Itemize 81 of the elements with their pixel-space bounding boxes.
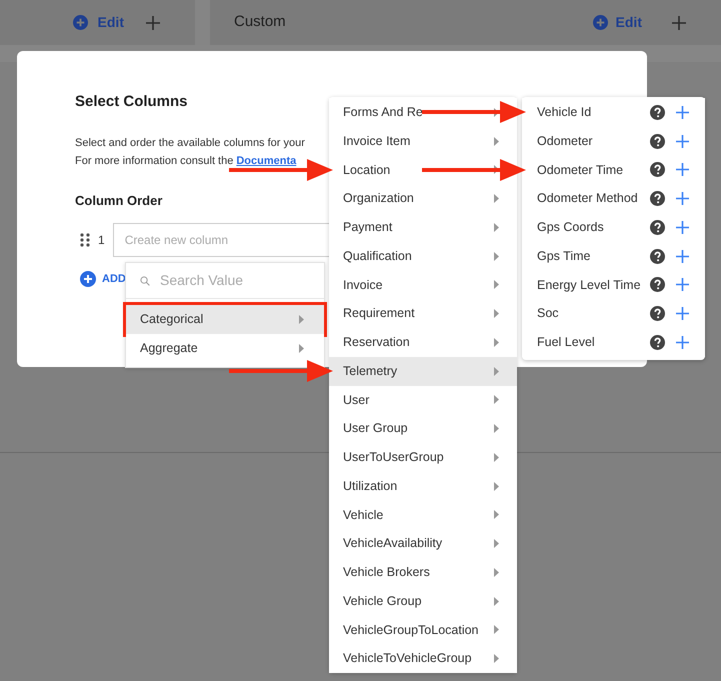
- menu-item[interactable]: Vehicle Id: [522, 98, 705, 127]
- add-icon[interactable]: [676, 134, 689, 148]
- menu-item[interactable]: Invoice Item: [329, 126, 517, 156]
- drag-handle-icon[interactable]: [80, 233, 90, 247]
- add-icon[interactable]: [676, 307, 689, 320]
- caret-icon: [494, 252, 499, 261]
- caret-icon: [494, 366, 499, 376]
- caret-icon: [494, 625, 499, 634]
- caret-icon: [494, 395, 499, 404]
- help-icon[interactable]: [650, 277, 665, 292]
- menu-item[interactable]: Aggregate: [126, 334, 324, 363]
- add-icon[interactable]: [676, 163, 689, 176]
- documentation-link[interactable]: Documenta: [236, 154, 296, 174]
- menu-item[interactable]: Vehicle: [329, 500, 517, 530]
- caret-icon: [299, 315, 304, 324]
- add-icon[interactable]: [676, 250, 689, 263]
- add-button[interactable]: ADD: [102, 271, 126, 288]
- description-text: Select and order the available columns for your: [75, 136, 305, 150]
- menu-item[interactable]: Odometer Time: [522, 156, 705, 184]
- caret-icon: [494, 338, 499, 347]
- menu-item[interactable]: Fuel Level: [522, 328, 705, 357]
- caret-icon: [494, 309, 499, 318]
- caret-icon: [494, 280, 499, 290]
- caret-icon: [494, 482, 499, 491]
- caret-icon: [494, 654, 499, 664]
- help-icon[interactable]: [650, 220, 665, 235]
- caret-icon: [494, 452, 499, 462]
- caret-icon: [494, 568, 499, 577]
- info-text: For more information consult the: [75, 154, 234, 168]
- help-icon[interactable]: [650, 248, 665, 264]
- row-number: 1: [98, 232, 105, 249]
- plus-circle-icon[interactable]: [72, 15, 88, 30]
- menu-item[interactable]: VehicleGroupToLocation: [329, 616, 517, 644]
- caret-icon: [494, 539, 499, 548]
- menu-item[interactable]: Organization: [329, 184, 517, 213]
- menu-item[interactable]: Gps Time: [522, 242, 705, 270]
- add-icon[interactable]: [676, 220, 689, 234]
- help-icon[interactable]: [650, 134, 665, 149]
- menu-item[interactable]: Categorical: [126, 305, 324, 334]
- menu-item[interactable]: Vehicle Group: [329, 586, 517, 616]
- add-icon[interactable]: [676, 106, 689, 119]
- menu-item[interactable]: Odometer Method: [522, 184, 705, 213]
- help-icon[interactable]: [650, 191, 665, 206]
- help-icon[interactable]: [650, 306, 665, 322]
- section-label: Column Order: [75, 192, 162, 210]
- help-icon[interactable]: [650, 162, 665, 178]
- add-icon[interactable]: [676, 278, 689, 292]
- caret-icon: [494, 510, 499, 520]
- menu-item[interactable]: User: [329, 386, 517, 414]
- menu-item[interactable]: Gps Coords: [522, 213, 705, 242]
- menu-item[interactable]: Requirement: [329, 299, 517, 328]
- modal-title: Select Columns: [75, 92, 188, 112]
- menu-item[interactable]: User Group: [329, 414, 517, 443]
- menu-item[interactable]: Odometer: [522, 126, 705, 156]
- add-icon[interactable]: [676, 336, 689, 349]
- menu-item[interactable]: VehicleToVehicleGroup: [329, 644, 517, 673]
- menu-item[interactable]: Vehicle Brokers: [329, 558, 517, 587]
- menu-item[interactable]: VehicleAvailability: [329, 529, 517, 558]
- menu-item[interactable]: Payment: [329, 213, 517, 242]
- caret-icon: [494, 424, 499, 434]
- caret-icon: [494, 194, 499, 204]
- help-icon[interactable]: [650, 334, 665, 350]
- menu-item[interactable]: Invoice: [329, 270, 517, 300]
- caret-icon: [494, 596, 499, 606]
- plus-icon[interactable]: [146, 16, 160, 30]
- menu-item[interactable]: Telemetry: [329, 356, 517, 386]
- caret-icon: [494, 136, 499, 146]
- help-icon[interactable]: [650, 104, 665, 120]
- add-icon[interactable]: [676, 192, 689, 206]
- menu-item[interactable]: Energy Level Time: [522, 270, 705, 300]
- menu-item[interactable]: UserToUserGroup: [329, 443, 517, 472]
- menu-item[interactable]: Soc: [522, 299, 705, 328]
- plus-icon[interactable]: [672, 16, 686, 30]
- caret-icon: [494, 222, 499, 232]
- panel-title: Custom: [234, 12, 286, 32]
- caret-icon: [299, 344, 304, 353]
- menu-item[interactable]: Reservation: [329, 328, 517, 357]
- plus-circle-icon[interactable]: [592, 15, 608, 30]
- menu-item[interactable]: Qualification: [329, 242, 517, 270]
- menu-item[interactable]: Utilization: [329, 472, 517, 500]
- plus-circle-icon[interactable]: [80, 271, 96, 288]
